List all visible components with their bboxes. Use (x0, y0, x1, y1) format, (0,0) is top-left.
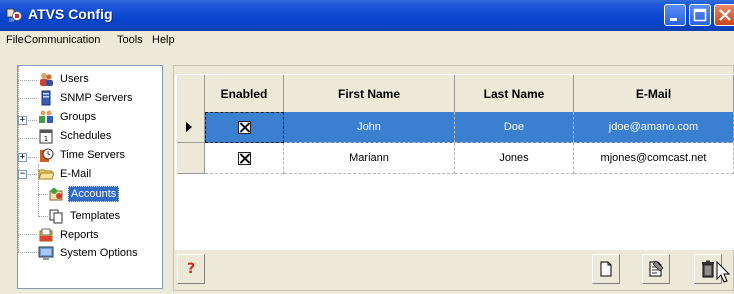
enabled-checkbox[interactable] (238, 121, 251, 134)
close-icon (719, 9, 731, 21)
tree-item-groups[interactable]: Groups (38, 109, 98, 125)
window-title: ATVS Config (28, 6, 113, 22)
new-document-icon (600, 261, 612, 277)
help-icon: ? (186, 261, 196, 277)
cell-first-name[interactable]: John (284, 112, 455, 143)
row-header-corner (177, 75, 205, 112)
tree-item-users[interactable]: Users (38, 71, 91, 87)
mouse-cursor-icon (716, 261, 731, 283)
column-header-email[interactable]: E-Mail (574, 75, 734, 112)
server-icon (41, 90, 51, 106)
cell-enabled[interactable] (205, 143, 284, 174)
column-header-first-name[interactable]: First Name (284, 75, 455, 112)
reports-icon (39, 228, 53, 242)
maximize-button[interactable] (689, 4, 711, 26)
tree-item-time-servers[interactable]: Time Servers (38, 147, 127, 163)
menu-tools[interactable]: Tools (117, 34, 143, 46)
edit-document-icon (649, 260, 664, 277)
menu-communication[interactable]: Communication (24, 34, 100, 46)
tree-item-accounts[interactable]: Accounts (48, 186, 120, 202)
svg-text:1: 1 (44, 135, 48, 143)
cell-last-name[interactable]: Jones (455, 143, 574, 174)
row-header[interactable] (177, 112, 205, 143)
help-button[interactable]: ? (177, 254, 205, 284)
groups-icon (39, 110, 53, 123)
edit-account-button[interactable] (642, 254, 670, 284)
row-pointer-icon (186, 122, 192, 132)
app-icon (6, 8, 22, 22)
tree-item-reports[interactable]: Reports (38, 227, 101, 243)
monitor-icon (38, 246, 54, 260)
cell-last-name[interactable]: Doe (455, 112, 574, 143)
mail-accounts-icon (49, 188, 63, 201)
minimize-icon (670, 18, 677, 21)
users-icon (40, 73, 53, 86)
calendar-icon: 1 (39, 129, 53, 144)
tree-item-system-options[interactable]: System Options (38, 245, 140, 261)
menu-help[interactable]: Help (152, 34, 175, 46)
expand-groups-toggle[interactable]: + (18, 116, 27, 125)
column-header-last-name[interactable]: Last Name (455, 75, 574, 112)
navigation-tree[interactable]: + + − Users SNMP Servers Groups 1 Schedu… (17, 65, 163, 289)
maximize-icon (693, 8, 707, 22)
enabled-checkbox[interactable] (237, 151, 251, 165)
collapse-email-toggle[interactable]: − (18, 170, 27, 179)
expand-time-servers-toggle[interactable]: + (18, 153, 27, 162)
app-window: ATVS Config File Communication Tools Hel… (0, 0, 734, 294)
table-row[interactable]: Mariann Jones mjones@comcast.net (177, 143, 734, 174)
menu-file[interactable]: File (6, 34, 24, 46)
cell-email[interactable]: jdoe@amano.com (574, 112, 734, 143)
tree-item-snmp-servers[interactable]: SNMP Servers (38, 90, 135, 106)
cell-email[interactable]: mjones@comcast.net (574, 143, 734, 174)
folder-open-icon (38, 169, 54, 180)
tree-item-templates[interactable]: Templates (48, 208, 122, 224)
table-row[interactable]: John Doe jdoe@amano.com (177, 112, 734, 143)
close-button[interactable] (714, 4, 734, 26)
time-server-icon (40, 148, 54, 162)
cell-first-name[interactable]: Mariann (284, 143, 455, 174)
tree-item-email[interactable]: E-Mail (38, 166, 93, 182)
minimize-button[interactable] (664, 4, 686, 26)
menu-bar: File Communication Tools Help (0, 31, 734, 52)
grid-header: Enabled First Name Last Name E-Mail (177, 75, 734, 112)
title-bar: ATVS Config (0, 0, 734, 31)
new-account-button[interactable] (592, 254, 620, 284)
tree-item-schedules[interactable]: 1 Schedules (38, 128, 113, 144)
column-header-enabled[interactable]: Enabled (205, 75, 284, 112)
templates-icon (49, 209, 63, 224)
trash-icon (702, 260, 714, 278)
cell-enabled[interactable] (205, 112, 284, 143)
row-header[interactable] (177, 143, 205, 174)
